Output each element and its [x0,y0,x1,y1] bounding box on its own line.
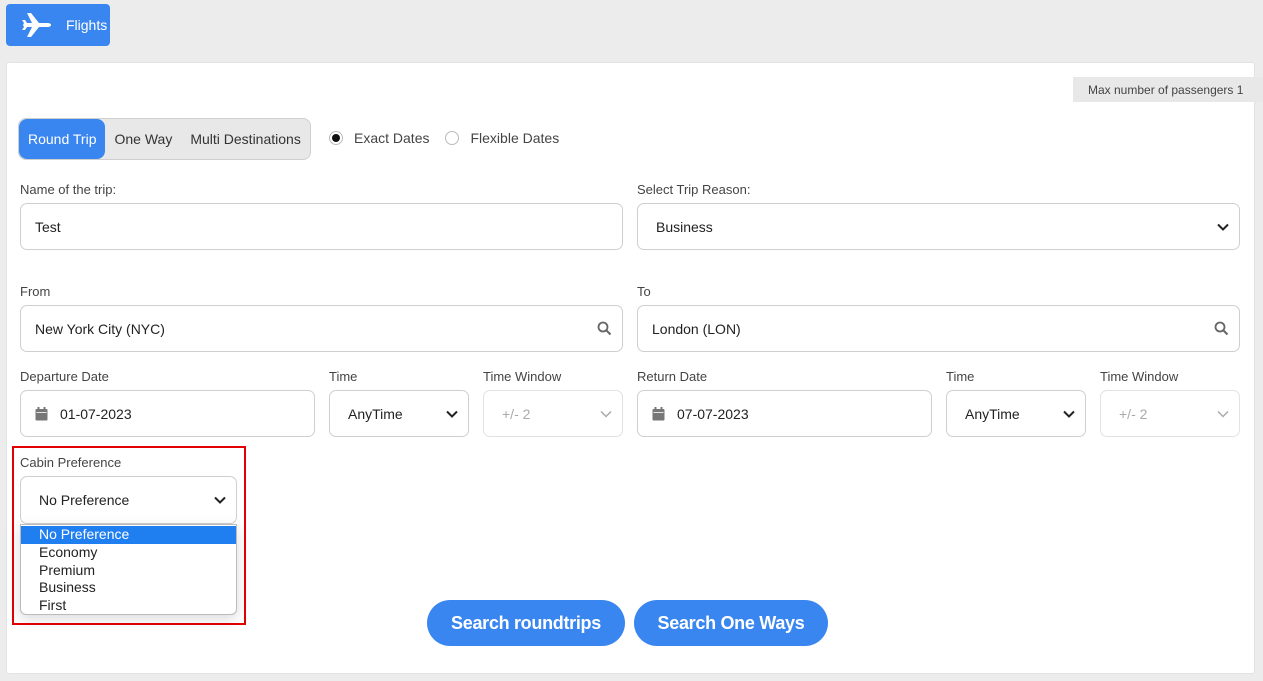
search-icon[interactable] [597,321,612,336]
cabin-preference-dropdown: No Preference Economy Premium Business F… [20,524,237,615]
exact-dates-radio[interactable] [329,131,343,145]
return-window-label: Time Window [1100,369,1179,384]
trip-type-round-trip[interactable]: Round Trip [19,119,106,159]
calendar-icon [652,406,665,420]
return-date-input[interactable]: 07-07-2023 [637,390,932,437]
return-date-label: Return Date [637,369,708,384]
to-label: To [637,284,651,299]
trip-type-multi-destinations[interactable]: Multi Destinations [181,119,310,159]
to-value: London (LON) [652,320,741,337]
trip-type-one-way[interactable]: One Way [105,119,181,159]
return-time-label: Time [946,369,975,384]
flights-tab[interactable]: Flights [6,4,110,46]
cabin-option-premium[interactable]: Premium [21,562,236,580]
max-passengers-badge: Max number of passengers 1 [1073,77,1263,102]
return-time-value: AnyTime [965,405,1020,422]
cabin-option-no-preference[interactable]: No Preference [21,526,236,544]
cabin-option-economy[interactable]: Economy [21,544,236,562]
from-input[interactable]: New York City (NYC) [20,305,623,352]
from-label: From [20,284,51,299]
date-mode-group: Exact Dates Flexible Dates [329,130,575,146]
chevron-down-icon [1063,410,1075,418]
return-date-value: 07-07-2023 [677,405,749,422]
cabin-option-business[interactable]: Business [21,579,236,597]
trip-reason-label: Select Trip Reason: [637,182,751,197]
trip-reason-value: Business [656,218,713,235]
departure-time-select[interactable]: AnyTime [329,390,469,437]
departure-window-select[interactable]: +/- 2 [483,390,623,437]
exact-dates-label: Exact Dates [354,130,430,146]
departure-time-value: AnyTime [348,405,403,422]
departure-window-value: +/- 2 [502,405,531,422]
flexible-dates-label: Flexible Dates [470,130,560,146]
search-one-ways-button[interactable]: Search One Ways [634,600,828,646]
cabin-option-first[interactable]: First [21,597,236,615]
return-window-select[interactable]: +/- 2 [1100,390,1240,437]
departure-time-label: Time [329,369,358,384]
return-window-value: +/- 2 [1119,405,1148,422]
departure-window-label: Time Window [483,369,562,384]
calendar-icon [35,406,48,420]
to-input[interactable]: London (LON) [637,305,1240,352]
trip-reason-select[interactable]: Business [637,203,1240,250]
cabin-preference-select[interactable]: No Preference [20,476,237,524]
chevron-down-icon [1217,410,1229,418]
cabin-preference-label: Cabin Preference [20,455,122,470]
airplane-icon [22,13,51,37]
departure-date-input[interactable]: 01-07-2023 [20,390,315,437]
flights-tab-label: Flights [66,17,108,33]
trip-name-label: Name of the trip: [20,182,117,197]
chevron-down-icon [214,496,226,504]
return-time-select[interactable]: AnyTime [946,390,1086,437]
chevron-down-icon [600,410,612,418]
trip-type-selector: Round Trip One Way Multi Destinations [18,118,311,160]
flexible-dates-radio[interactable] [445,131,460,145]
trip-name-input[interactable]: Test [20,203,623,250]
from-value: New York City (NYC) [35,320,165,337]
search-icon[interactable] [1214,321,1229,336]
departure-date-label: Departure Date [20,369,109,384]
chevron-down-icon [1217,223,1229,231]
departure-date-value: 01-07-2023 [60,405,132,422]
search-roundtrips-button[interactable]: Search roundtrips [427,600,625,646]
cabin-preference-value: No Preference [39,492,130,508]
chevron-down-icon [446,410,458,418]
trip-name-value: Test [35,218,61,235]
